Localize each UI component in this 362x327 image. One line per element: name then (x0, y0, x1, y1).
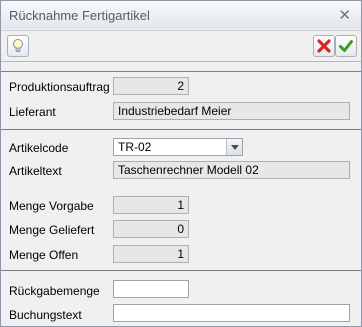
menge-geliefert-field: 0 (113, 220, 189, 238)
artikeltext-label: Artikeltext (9, 164, 62, 178)
artikelcode-select[interactable]: TR-02 (113, 138, 243, 156)
buchungstext-input[interactable] (113, 304, 350, 322)
separator (1, 270, 361, 271)
dialog-window: Rücknahme Fertigartikel ✕ Produktionsauf… (0, 0, 362, 327)
rueckgabemenge-label: Rückgabemenge (9, 284, 100, 298)
menge-vorgabe-label: Menge Vorgabe (9, 199, 94, 213)
menge-geliefert-label: Menge Geliefert (9, 223, 95, 237)
toolbar (1, 30, 361, 62)
lieferant-field: Industriebedarf Meier (113, 102, 350, 120)
dropdown-button[interactable] (226, 139, 242, 155)
menge-vorgabe-field: 1 (113, 196, 189, 214)
produktionsauftrag-field: 2 (113, 77, 189, 95)
rueckgabemenge-input[interactable] (113, 280, 189, 298)
window-title: Rücknahme Fertigartikel (9, 8, 150, 23)
artikeltext-field: Taschenrechner Modell 02 (113, 161, 350, 179)
cancel-button[interactable] (313, 35, 335, 57)
separator (1, 71, 361, 72)
artikelcode-value: TR-02 (118, 140, 152, 154)
close-window-button[interactable]: ✕ (338, 6, 351, 24)
ok-button[interactable] (335, 35, 357, 57)
menge-offen-field: 1 (113, 245, 189, 263)
chevron-down-icon (231, 145, 239, 150)
tip-button[interactable] (7, 35, 29, 57)
title-bar: Rücknahme Fertigartikel ✕ (1, 1, 361, 29)
buchungstext-label: Buchungstext (9, 308, 82, 322)
green-check-icon (339, 40, 353, 52)
artikelcode-label: Artikelcode (9, 141, 69, 155)
lightbulb-icon (13, 39, 23, 52)
lieferant-label: Lieferant (9, 105, 56, 119)
menge-offen-label: Menge Offen (9, 248, 79, 262)
produktionsauftrag-label: Produktionsauftrag (9, 80, 110, 94)
separator (1, 129, 361, 130)
red-x-icon (317, 39, 331, 53)
